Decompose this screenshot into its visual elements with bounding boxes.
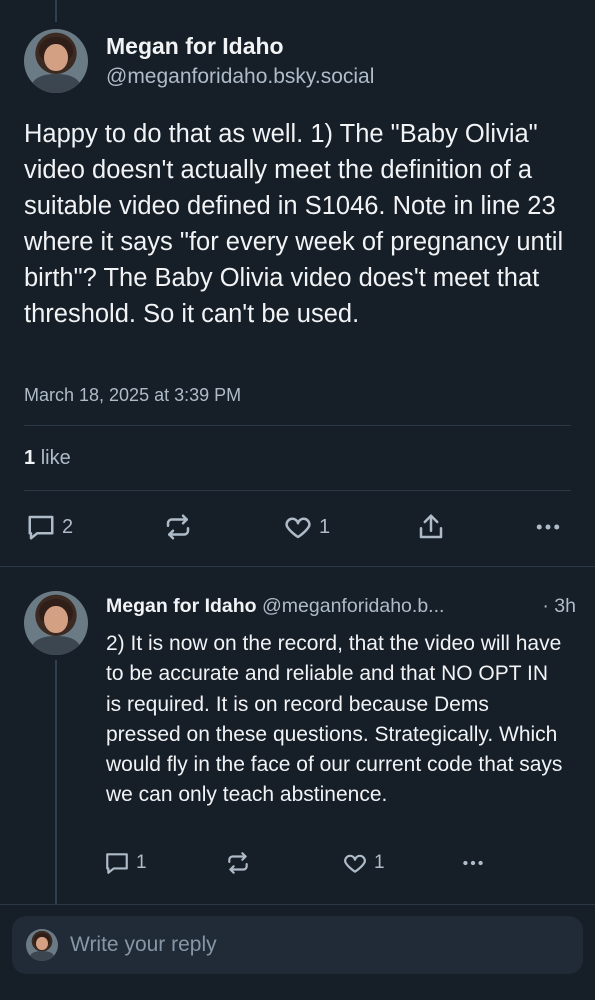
like-icon (342, 850, 368, 876)
reply-text: 2) It is now on the record, that the vid… (106, 632, 563, 807)
reply-button[interactable]: 2 (26, 512, 73, 542)
divider (24, 425, 571, 426)
author-handle[interactable]: @meganforidaho.bsky.social (106, 65, 374, 89)
reply-author-handle[interactable]: @meganforidaho.b... (262, 595, 444, 617)
reply-icon (26, 512, 56, 542)
repost-button[interactable] (163, 512, 193, 542)
reply-reply-button[interactable]: 1 (104, 850, 147, 876)
more-icon (460, 850, 486, 876)
divider (0, 566, 595, 567)
reply-reply-count: 1 (136, 852, 147, 873)
thread-line-top (55, 0, 57, 22)
likes-count: 1 (24, 447, 36, 469)
reply-repost-button[interactable] (225, 850, 251, 876)
reply-thread-line (55, 660, 57, 904)
reply-header[interactable]: Megan for Idaho @meganforidaho.b... · 3h (106, 595, 576, 618)
more-options-button[interactable] (533, 512, 563, 542)
reply-composer[interactable]: Write your reply (12, 916, 583, 974)
more-icon (533, 512, 563, 542)
reply-like-count: 1 (374, 852, 385, 873)
avatar[interactable] (24, 29, 88, 93)
reply-icon (104, 850, 130, 876)
repost-icon (225, 850, 251, 876)
reply-input-placeholder[interactable]: Write your reply (70, 933, 217, 957)
repost-icon (163, 512, 193, 542)
like-button[interactable]: 1 (283, 512, 330, 542)
like-count: 1 (319, 515, 331, 538)
reply-time: · 3h (542, 595, 576, 617)
reply-like-button[interactable]: 1 (342, 850, 385, 876)
share-button[interactable] (416, 512, 446, 542)
post-text: Happy to do that as well. 1) The "Baby O… (24, 120, 564, 328)
reply-count: 2 (62, 515, 74, 538)
post-date: March 18, 2025 at 3:39 PM (24, 385, 242, 405)
likes-label: like (40, 447, 71, 469)
reply-more-options-button[interactable] (460, 850, 486, 876)
composer-avatar (26, 929, 58, 961)
reply-author-name[interactable]: Megan for Idaho (106, 595, 257, 617)
share-icon (416, 512, 446, 542)
divider (0, 904, 595, 905)
likes-count-link[interactable]: 1 like (24, 447, 71, 470)
reply-avatar[interactable] (24, 591, 88, 655)
author-name[interactable]: Megan for Idaho (106, 33, 284, 60)
divider (24, 490, 571, 491)
like-icon (283, 512, 313, 542)
